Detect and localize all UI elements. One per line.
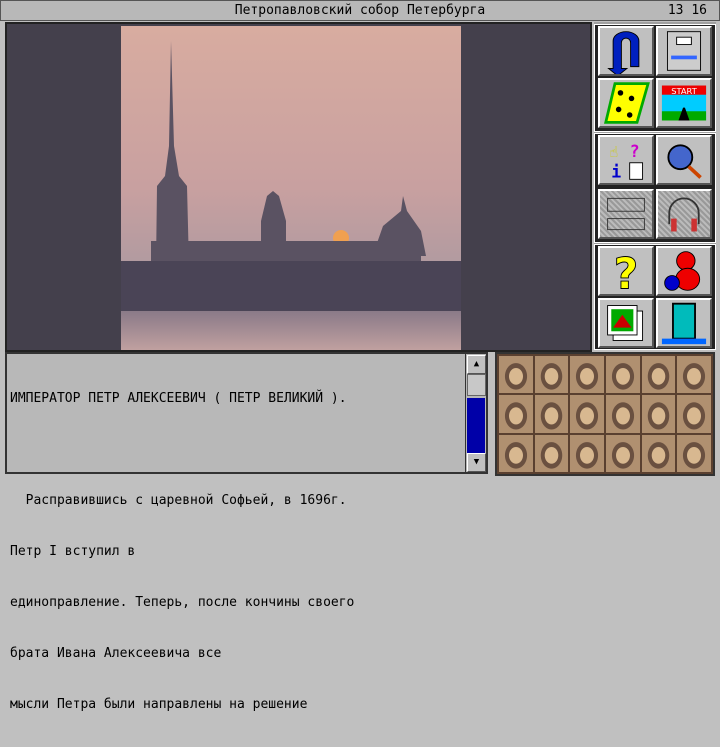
scrollbar[interactable]: ▲ ▼ — [465, 354, 486, 472]
exit-door-icon — [661, 302, 707, 345]
portrait-thumbnail[interactable] — [499, 395, 533, 433]
back-button[interactable] — [598, 26, 654, 77]
portrait-thumbnail[interactable] — [499, 434, 533, 472]
route-button[interactable] — [598, 78, 654, 128]
video-player-icon — [607, 197, 645, 231]
portrait-thumbnail[interactable] — [534, 356, 569, 394]
portrait-thumbnail[interactable] — [534, 395, 569, 433]
svg-text:i: i — [611, 162, 621, 181]
portrait-thumbnail[interactable] — [641, 395, 676, 433]
save-disk-icon — [666, 31, 702, 71]
search-button[interactable] — [656, 135, 712, 185]
text-line: ИМПЕРАТОР ПЕТР АЛЕКСЕЕВИЧ ( ПЕТР ВЕЛИКИЙ… — [10, 391, 347, 406]
portrait-thumbnail[interactable] — [570, 356, 604, 394]
start-icon: START — [661, 85, 707, 121]
portrait-thumbnail[interactable] — [499, 356, 533, 394]
text-line — [10, 441, 468, 458]
slides-button[interactable] — [598, 298, 654, 348]
portrait-thumbnail[interactable] — [606, 434, 640, 472]
text-line: единоправление. Теперь, после кончины св… — [10, 595, 355, 610]
title-bar: Петропавловский собор Петербурга 13 16 — [0, 0, 720, 21]
slides-icon — [607, 305, 644, 341]
games-button[interactable] — [656, 246, 712, 296]
description-text: ИМПЕРАТОР ПЕТР АЛЕКСЕЕВИЧ ( ПЕТР ВЕЛИКИЙ… — [10, 356, 468, 747]
portrait-thumbnail[interactable] — [606, 395, 640, 433]
info-button[interactable]: ☝? i — [598, 135, 654, 185]
portrait-thumbnail[interactable] — [534, 434, 569, 472]
scroll-up-button[interactable]: ▲ — [467, 355, 486, 374]
teddy-bear-icon — [664, 251, 701, 291]
info-help-icon: ☝ ? i — [609, 142, 644, 181]
portrait-gallery — [495, 352, 715, 476]
magnifier-icon — [667, 144, 702, 179]
save-button[interactable] — [656, 26, 712, 76]
question-icon: ? — [613, 249, 639, 299]
svg-text:?: ? — [630, 142, 640, 161]
video-button[interactable] — [598, 189, 654, 239]
start-button[interactable]: START — [656, 78, 712, 128]
text-line: брата Ивана Алексеевича все — [10, 646, 222, 661]
headphones-icon — [668, 197, 700, 232]
back-icon — [607, 31, 640, 77]
cathedral-photo — [121, 26, 461, 350]
portrait-thumbnail[interactable] — [570, 434, 604, 472]
portrait-thumbnail[interactable] — [606, 356, 640, 394]
portrait-thumbnail[interactable] — [570, 395, 604, 433]
exit-button[interactable] — [656, 298, 712, 348]
scroll-track[interactable] — [467, 398, 485, 454]
portrait-thumbnail[interactable] — [677, 395, 711, 433]
description-text-box[interactable]: ИМПЕРАТОР ПЕТР АЛЕКСЕЕВИЧ ( ПЕТР ВЕЛИКИЙ… — [5, 352, 488, 712]
scroll-thumb[interactable] — [467, 374, 486, 396]
scroll-down-button[interactable]: ▼ — [467, 453, 486, 472]
toolbar: START ☝? i ? — [594, 22, 716, 350]
portrait-thumbnail[interactable] — [641, 434, 676, 472]
svg-text:☝: ☝ — [609, 144, 618, 161]
help-button[interactable]: ? — [598, 246, 654, 299]
svg-text:START: START — [671, 86, 697, 96]
clock: 13 16 — [667, 3, 707, 18]
window-title: Петропавловский собор Петербурга — [234, 3, 486, 18]
audio-button[interactable] — [656, 189, 712, 239]
footprints-icon — [604, 82, 650, 124]
portrait-thumbnail[interactable] — [641, 356, 676, 394]
text-line: Петр I вступил в — [10, 544, 136, 559]
portrait-thumbnail[interactable] — [677, 434, 711, 472]
text-line: мысли Петра были направлены на решение — [10, 697, 308, 712]
image-viewer — [5, 22, 592, 352]
text-line: Расправившись с царевной Софьей, в 1696г… — [10, 493, 347, 508]
svg-text:?: ? — [614, 249, 639, 294]
portrait-thumbnail[interactable] — [677, 356, 711, 394]
